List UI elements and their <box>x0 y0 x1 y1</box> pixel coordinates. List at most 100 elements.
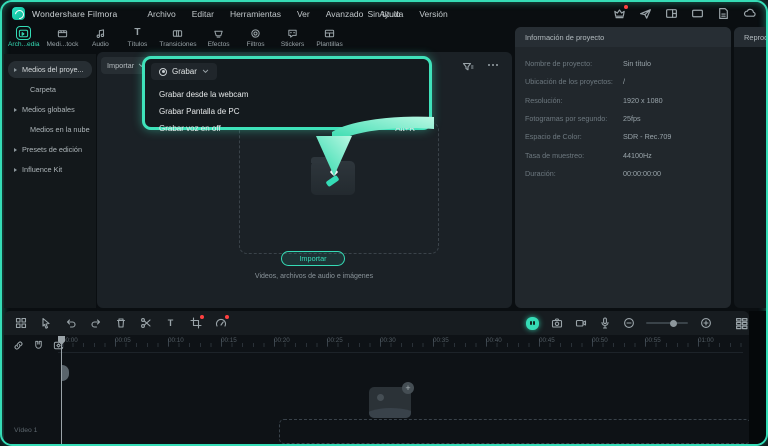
snap-magnet-icon[interactable] <box>32 339 45 352</box>
menu-item-grabar-pantalla[interactable]: Grabar Pantalla de PC <box>145 103 429 119</box>
menu-herramientas[interactable]: Herramientas <box>230 9 281 19</box>
media-folder-icon <box>16 26 32 40</box>
import-dropzone[interactable]: Importar Videos, archivos de audio e imá… <box>239 122 439 280</box>
expand-caret-icon <box>14 107 17 112</box>
zoom-in-icon[interactable] <box>699 317 712 330</box>
menu-ayuda[interactable]: Ayuda <box>379 9 403 19</box>
ruler-tick: 00:40 <box>486 337 502 344</box>
expand-caret-icon <box>14 167 17 172</box>
transition-icon <box>170 26 185 40</box>
tab-filtros[interactable]: Filtros <box>241 26 271 48</box>
record-screen-icon[interactable] <box>574 317 587 330</box>
media-panel: Importar Importar Videos, archivos de au… <box>97 52 512 308</box>
notification-dot <box>624 5 628 9</box>
display-icon[interactable] <box>691 7 704 20</box>
ruler-tick: 00:30 <box>380 337 396 344</box>
tab-plantillas[interactable]: Plantillas <box>315 26 345 48</box>
track-dropzone[interactable] <box>279 419 751 444</box>
tab-titulos[interactable]: T Títulos <box>122 26 152 49</box>
project-info-panel: Información de proyecto Nombre de proyec… <box>515 27 731 308</box>
player-panel: Reproductor <box>734 27 766 308</box>
timeline-tools-left: T <box>4 314 229 330</box>
effects-icon <box>211 26 226 40</box>
sidebar-item-medios-del-proyecto[interactable]: Medios del proye... <box>8 61 92 78</box>
ruler-tick: 00:05 <box>115 337 131 344</box>
record-dot-icon <box>159 67 167 76</box>
sidebar-item-influence-kit[interactable]: Influence Kit <box>8 161 92 178</box>
select-cursor-icon[interactable] <box>39 317 52 330</box>
share-plane-icon[interactable] <box>639 7 652 20</box>
info-label: Tasa de muestreo: <box>525 150 585 160</box>
manage-tracks-icon[interactable] <box>14 317 27 330</box>
timeline-zoom-slider[interactable] <box>646 319 688 327</box>
more-options-icon[interactable] <box>488 64 498 66</box>
voiceover-mic-icon[interactable] <box>598 317 611 330</box>
dropzone-caption: Videos, archivos de audio e imágenes <box>254 273 374 280</box>
sidebar-item-carpeta[interactable]: Carpeta <box>8 81 92 98</box>
ai-assistant-icon[interactable] <box>526 316 539 330</box>
redo-icon[interactable] <box>89 317 102 330</box>
cloud-sync-icon[interactable] <box>743 7 756 20</box>
expand-caret-icon <box>14 147 17 152</box>
track-view-icon[interactable] <box>735 317 748 330</box>
menu-item-grabar-webcam[interactable]: Grabar desde la webcam <box>145 86 429 102</box>
ruler-tick: 00:15 <box>221 337 237 344</box>
tab-efectos[interactable]: Efectos <box>204 26 234 48</box>
tab-transiciones[interactable]: Transiciones <box>159 26 197 48</box>
undo-icon[interactable] <box>64 317 77 330</box>
track-label: Vídeo 1 <box>14 427 38 434</box>
tab-stickers[interactable]: Stickers <box>278 26 308 48</box>
menu-ver[interactable]: Ver <box>297 9 310 19</box>
ruler-tick: 00:25 <box>327 337 343 344</box>
music-note-icon <box>93 26 108 40</box>
sidebar-item-medios-globales[interactable]: Medios globales <box>8 101 92 118</box>
menu-avanzado[interactable]: Avanzado <box>326 9 364 19</box>
ruler-tick: 00:35 <box>433 337 449 344</box>
playhead-line[interactable] <box>61 337 62 444</box>
save-file-icon[interactable] <box>717 7 730 20</box>
menu-item-grabar-voz[interactable]: Grabar voz en off Alt+R <box>145 120 429 136</box>
track-header-handle[interactable] <box>62 365 69 381</box>
shortcut-label: Alt+R <box>395 123 415 133</box>
timeline-ruler[interactable]: 00:00 00:05 00:10 00:15 00:20 00:25 00:3… <box>58 335 743 353</box>
player-panel-title: Reproductor <box>734 27 766 47</box>
add-media-badge-icon[interactable]: + <box>402 382 414 394</box>
upgrade-crown-icon[interactable] <box>613 5 628 20</box>
timeline-body: 00:00 00:05 00:10 00:15 00:20 00:25 00:3… <box>4 335 751 444</box>
snapshot-camera-icon[interactable] <box>550 317 563 330</box>
delete-trash-icon[interactable] <box>114 317 127 330</box>
zoom-slider-knob[interactable] <box>670 319 677 327</box>
record-dropdown-button[interactable]: Grabar <box>151 63 217 80</box>
info-value: 1920 x 1080 <box>623 95 663 105</box>
sticker-face-icon <box>285 26 300 40</box>
info-value: 44100Hz <box>623 150 652 160</box>
ruler-tick: 00:20 <box>274 337 290 344</box>
titlebar-icons <box>613 5 756 20</box>
menu-version[interactable]: Versión <box>419 9 447 19</box>
info-value: 25fps <box>623 114 641 124</box>
project-info-title: Información de proyecto <box>515 27 731 47</box>
ruler-tick: 01:00 <box>698 337 714 344</box>
stock-clapper-icon <box>55 26 70 40</box>
speed-icon[interactable] <box>214 314 229 330</box>
ruler-tick: 00:45 <box>539 337 555 344</box>
tab-media-stock[interactable]: Medi...tock <box>47 26 78 48</box>
split-scissors-icon[interactable] <box>139 317 152 330</box>
sidebar-item-presets-de-edicion[interactable]: Presets de edición <box>8 141 92 158</box>
text-t-icon: T <box>134 27 141 38</box>
import-button[interactable]: Importar <box>281 251 345 266</box>
tab-archivos-media[interactable]: Arch...edia <box>8 26 40 48</box>
auto-ripple-link-icon[interactable] <box>12 339 25 352</box>
record-callout: Grabar Grabar desde la webcam Grabar Pan… <box>142 56 432 133</box>
menu-archivo[interactable]: Archivo <box>147 9 175 19</box>
timeline-right-gutter <box>749 311 766 444</box>
sidebar-item-medios-en-la-nube[interactable]: Medios en la nube <box>8 121 92 138</box>
text-tool-icon[interactable]: T <box>164 317 177 330</box>
zoom-out-icon[interactable] <box>622 317 635 330</box>
filter-funnel-icon[interactable] <box>462 60 474 78</box>
crop-icon[interactable] <box>189 314 204 330</box>
tab-audio[interactable]: Audio <box>85 26 115 48</box>
menu-editar[interactable]: Editar <box>192 9 214 19</box>
layout-icon[interactable] <box>665 7 678 20</box>
import-folder-icon <box>311 157 355 195</box>
